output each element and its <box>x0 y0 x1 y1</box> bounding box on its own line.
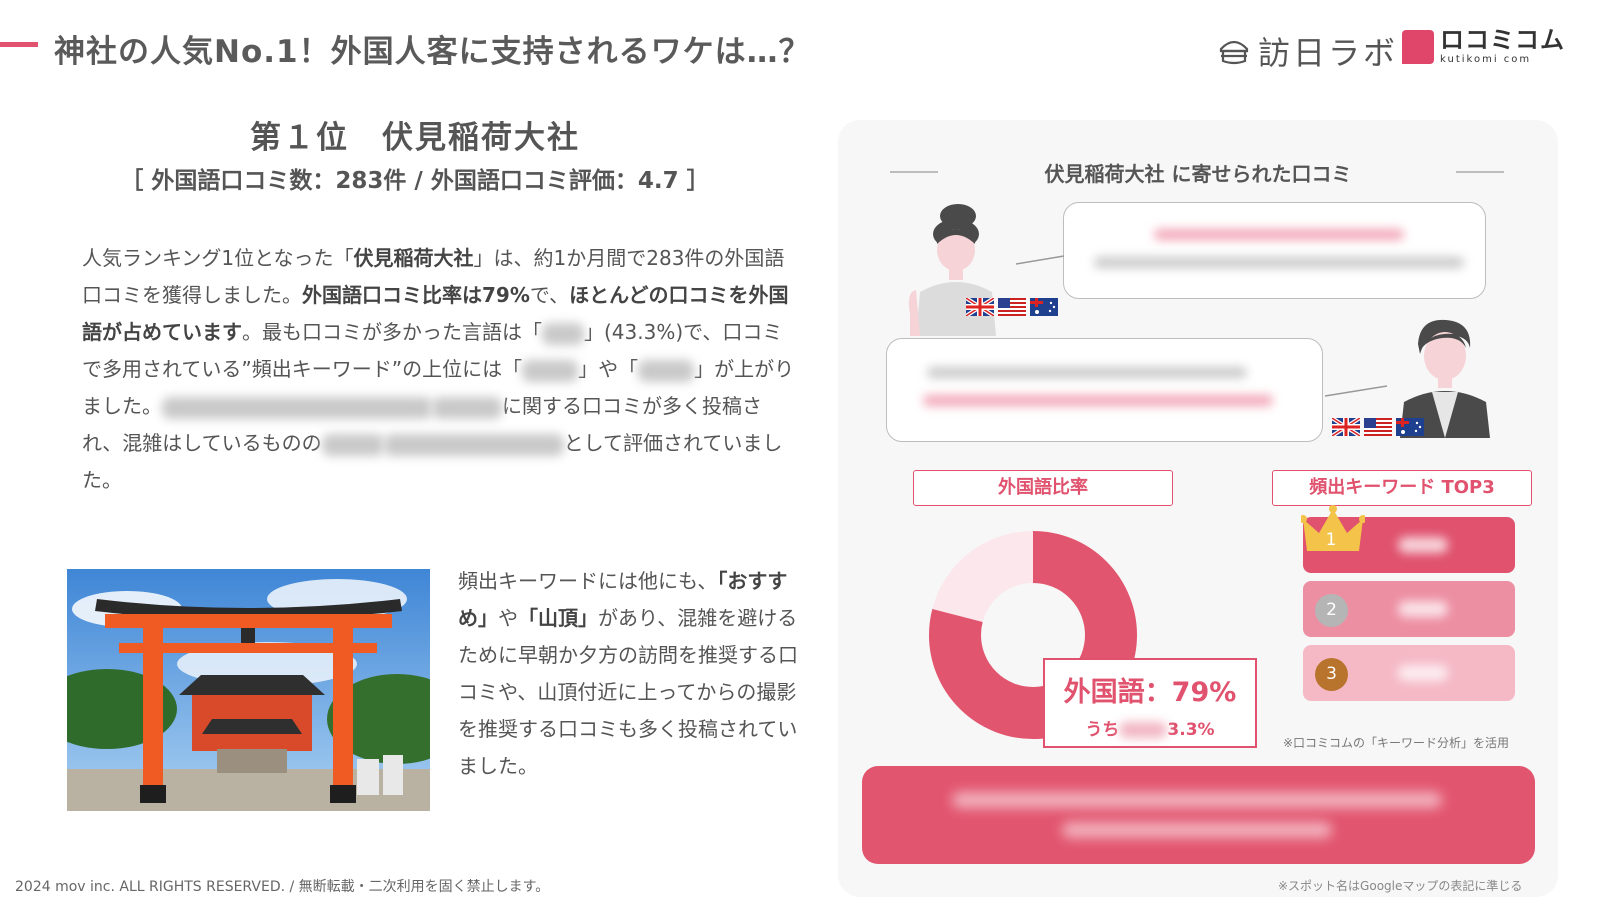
redacted-text <box>383 433 564 456</box>
kutikomi-logo-subtext: kutikomi com <box>1440 54 1532 65</box>
fushimi-inari-photo <box>67 569 430 811</box>
panel-title: 伏見稲荷大社 に寄せられた口コミ <box>1044 162 1352 186</box>
houjin-labo-logo-text: 訪日ラボ <box>1258 34 1399 72</box>
bubble-pointer-line <box>1016 255 1065 265</box>
redacted-text <box>1398 665 1448 681</box>
woman-flags <box>966 298 1058 316</box>
us-flag-icon <box>998 298 1026 316</box>
redacted-text <box>1094 257 1464 268</box>
houjin-labo-mark-icon <box>1219 40 1249 65</box>
redacted-text <box>1062 822 1332 838</box>
review-bubble-2 <box>886 338 1323 442</box>
page-title: 神社の人気No.1！外国人客に支持されるワケは…？ <box>54 34 811 70</box>
intro-paragraph: 人気ランキング1位となった「伏見稲荷大社」は、約1か月間で283件の外国語口コミ… <box>82 246 795 492</box>
redacted-text <box>952 792 1442 808</box>
keyword-sanchou: 「山頂」 <box>518 606 598 630</box>
keyword-rank-1: 1 <box>1301 505 1515 573</box>
keyword-analysis-note: ※口コミコムの「キーワード分析」を活用 <box>1283 736 1510 750</box>
shrine-name-bold: 伏見稲荷大社 <box>353 246 474 270</box>
bubble-pointer-line <box>1324 385 1388 397</box>
us-flag-icon <box>1364 418 1392 436</box>
bronze-rank-badge: 3 <box>1315 658 1348 691</box>
copyright-footer: 2024 mov inc. ALL RIGHTS RESERVED. / 無断転… <box>15 879 550 895</box>
review-bubble-1 <box>1063 202 1486 299</box>
uk-flag-icon <box>966 298 994 316</box>
redacted-text <box>432 396 502 419</box>
man-flags <box>1332 418 1424 436</box>
ranking-subtitle: ［ 外国語口コミ数：283件 / 外国語口コミ評価：4.7 ］ <box>120 168 710 194</box>
kutikomi-logo-text: ロコミコム <box>1440 26 1565 54</box>
redacted-text <box>927 367 1247 378</box>
uk-flag-icon <box>1332 418 1360 436</box>
au-flag-icon <box>1030 298 1058 316</box>
silver-rank-badge: 2 <box>1315 594 1348 627</box>
top3-keywords-label: 頻出キーワード TOP3 <box>1272 470 1532 506</box>
au-flag-icon <box>1396 418 1424 436</box>
redacted-text <box>923 395 1273 406</box>
review-panel: 伏見稲荷大社 に寄せられた口コミ 外国語比率 頻出キーワード TOP3 外国語：… <box>838 120 1558 897</box>
foreign-ratio-callout: 外国語：79% うち 3.3% <box>1043 658 1257 748</box>
redacted-text <box>1119 722 1168 738</box>
woman-avatar-icon <box>908 204 996 336</box>
ranking-title: 第１位 伏見稲荷大社 <box>250 120 580 156</box>
redacted-text <box>542 322 584 345</box>
kutikomi-com-logo[interactable]: ロコミコム kutikomi com <box>1402 28 1565 65</box>
foreign-ratio-value: 外国語：79% <box>1063 677 1237 708</box>
keyword-rank-3: 3 <box>1303 645 1515 701</box>
foreign-ratio-label: 外国語比率 <box>913 470 1173 506</box>
redacted-text <box>522 359 579 382</box>
redacted-text <box>1398 537 1448 553</box>
kutikomi-mark-icon <box>1402 29 1434 64</box>
title-rule-right <box>1456 171 1504 173</box>
ratio-bold: 外国語口コミ比率は79% <box>302 283 530 307</box>
spot-name-note: ※スポット名はGoogleマップの表記に準じる <box>1278 879 1523 893</box>
top-language-ratio: うち 3.3% <box>1085 720 1215 740</box>
gold-crown-icon: 1 <box>1301 505 1365 551</box>
houjin-labo-logo[interactable]: 訪日ラボ <box>1218 28 1398 74</box>
svg-text:1: 1 <box>1326 530 1337 550</box>
redacted-text <box>638 359 695 382</box>
redacted-text <box>321 433 384 456</box>
redacted-text <box>1154 229 1404 240</box>
redacted-text <box>162 396 432 419</box>
side-paragraph: 頻出キーワードには他にも、「おすすめ」や「山頂」があり、混雑を避けるために早朝か… <box>458 569 798 778</box>
summary-banner <box>862 766 1535 864</box>
keyword-rank-2: 2 <box>1303 581 1515 637</box>
title-accent-bar <box>0 42 38 47</box>
redacted-text <box>1398 601 1448 617</box>
